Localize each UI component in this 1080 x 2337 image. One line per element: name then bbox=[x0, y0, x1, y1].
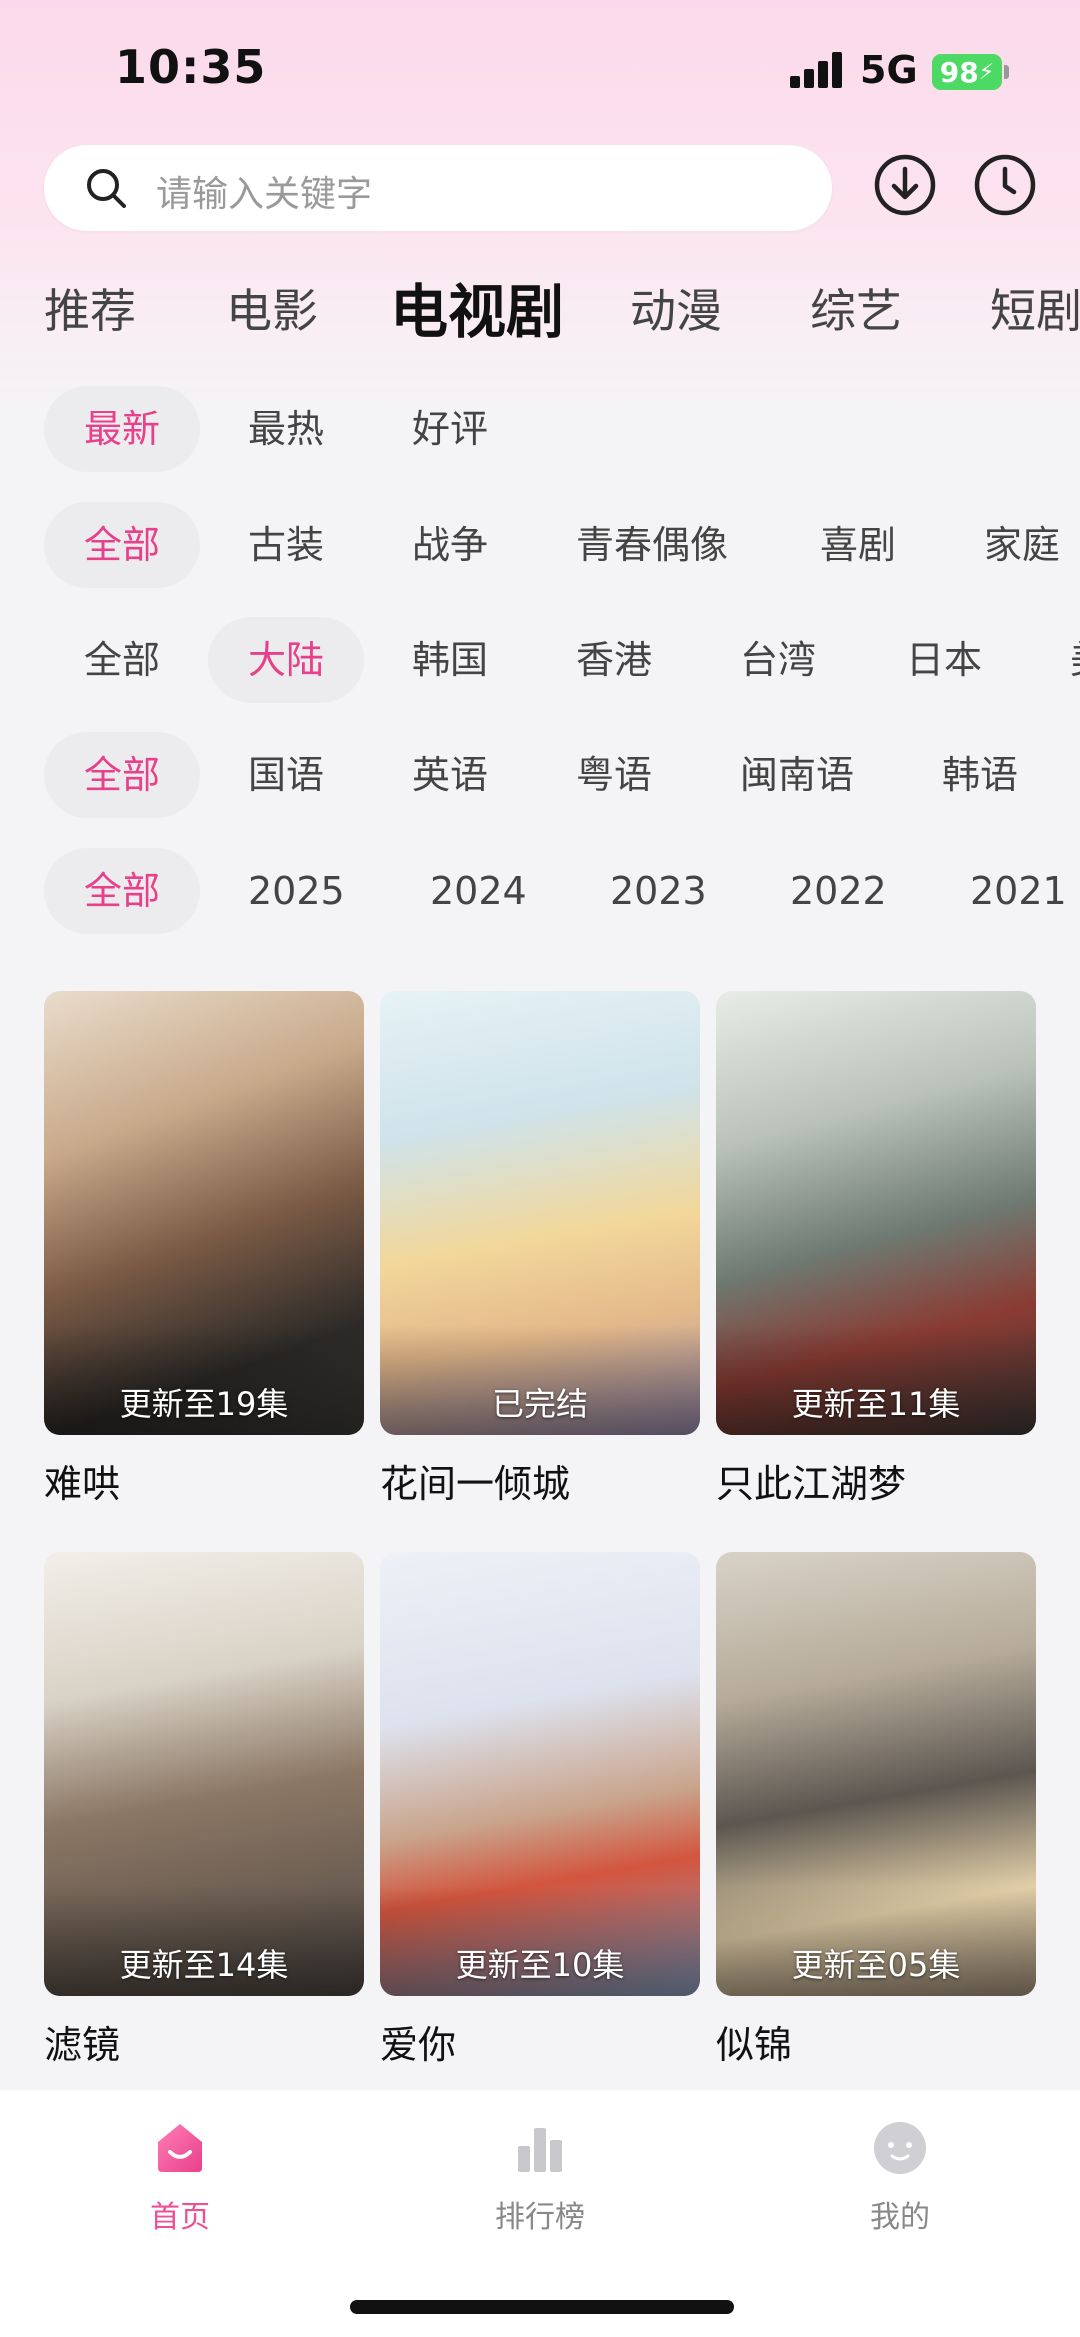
filter-genre-war[interactable]: 战争 bbox=[372, 502, 528, 588]
battery-tip bbox=[1004, 65, 1009, 79]
filter-region-taiwan[interactable]: 台湾 bbox=[700, 617, 856, 703]
status-time: 10:35 bbox=[115, 40, 267, 94]
filter-sort-top-rated[interactable]: 好评 bbox=[372, 386, 528, 472]
year-filter-row: 全部 2025 2024 2023 2022 2021 bbox=[0, 848, 1080, 934]
filter-language-minnan[interactable]: 闽南语 bbox=[700, 732, 894, 818]
show-title[interactable]: 花间一倾城 bbox=[380, 1453, 700, 1508]
filter-language-english[interactable]: 英语 bbox=[372, 732, 528, 818]
filter-genre-comedy[interactable]: 喜剧 bbox=[780, 502, 936, 588]
filter-region-japan[interactable]: 日本 bbox=[866, 617, 1022, 703]
show-poster[interactable]: 更新至14集 bbox=[44, 1552, 364, 1996]
episode-badge: 更新至10集 bbox=[455, 1946, 625, 1984]
search-placeholder: 请输入关键字 bbox=[156, 174, 373, 215]
region-filter-row: 全部 大陆 韩国 香港 台湾 日本 美 bbox=[0, 617, 1080, 703]
history-icon[interactable] bbox=[972, 152, 1038, 218]
filter-region-mainland[interactable]: 大陆 bbox=[208, 617, 365, 703]
show-title[interactable]: 爱你 bbox=[380, 2014, 700, 2069]
nav-profile-label: 我的 bbox=[870, 2200, 930, 2235]
tab-anime[interactable]: 动漫 bbox=[630, 275, 722, 341]
search-input[interactable]: 请输入关键字 bbox=[44, 145, 832, 231]
filter-genre-all[interactable]: 全部 bbox=[44, 502, 201, 588]
filter-language-mandarin[interactable]: 国语 bbox=[208, 732, 364, 818]
tab-short-drama[interactable]: 短剧 bbox=[990, 275, 1080, 341]
episode-badge: 更新至05集 bbox=[791, 1946, 961, 1984]
battery-icon: 98 ⚡ bbox=[932, 54, 1002, 90]
filter-region-hong-kong[interactable]: 香港 bbox=[536, 617, 692, 703]
status-bar: 10:35 5G 98 ⚡ bbox=[0, 0, 1080, 140]
genre-filter-row: 全部 古装 战争 青春偶像 喜剧 家庭 bbox=[0, 502, 1080, 588]
filter-sort-hottest[interactable]: 最热 bbox=[208, 386, 364, 472]
network-label: 5G bbox=[860, 48, 918, 92]
filter-sort-latest[interactable]: 最新 bbox=[44, 386, 201, 472]
show-card[interactable]: 已完结 花间一倾城 bbox=[380, 991, 700, 1508]
filter-region-all[interactable]: 全部 bbox=[44, 617, 200, 703]
filter-year-2024[interactable]: 2024 bbox=[390, 848, 567, 934]
filter-year-2025[interactable]: 2025 bbox=[208, 848, 385, 934]
show-poster[interactable]: 更新至11集 bbox=[716, 991, 1036, 1435]
filter-genre-youth-idol[interactable]: 青春偶像 bbox=[536, 502, 768, 588]
download-icon[interactable] bbox=[872, 152, 938, 218]
filter-region-us[interactable]: 美 bbox=[1030, 617, 1080, 703]
show-title[interactable]: 滤镜 bbox=[44, 2014, 364, 2069]
battery-level: 98 bbox=[939, 55, 979, 89]
page: 10:35 5G 98⚡ 请输入关键字 推荐 电影 电视剧 动漫 综艺 短剧 bbox=[0, 0, 1080, 2337]
filter-year-all[interactable]: 全部 bbox=[44, 848, 201, 934]
home-icon bbox=[158, 2124, 202, 2172]
show-title[interactable]: 似锦 bbox=[716, 2014, 1036, 2069]
nav-home-label: 首页 bbox=[150, 2200, 210, 2235]
filter-year-2022[interactable]: 2022 bbox=[750, 848, 927, 934]
show-title[interactable]: 难哄 bbox=[44, 1453, 364, 1508]
show-card[interactable]: 更新至14集 滤镜 bbox=[44, 1552, 364, 2069]
filter-year-2021[interactable]: 2021 bbox=[930, 848, 1080, 934]
home-indicator[interactable] bbox=[350, 2300, 734, 2314]
show-title[interactable]: 只此江湖梦 bbox=[716, 1453, 1036, 1508]
nav-ranking[interactable]: 排行榜 bbox=[440, 2116, 640, 2236]
filter-language-korean[interactable]: 韩语 bbox=[902, 732, 1058, 818]
show-card[interactable]: 更新至05集 似锦 bbox=[716, 1552, 1036, 2069]
show-poster[interactable]: 更新至19集 bbox=[44, 991, 364, 1435]
nav-ranking-label: 排行榜 bbox=[495, 2200, 585, 2235]
nav-profile[interactable]: 我的 bbox=[800, 2116, 1000, 2236]
show-card[interactable]: 更新至19集 难哄 bbox=[44, 991, 364, 1508]
filter-genre-costume[interactable]: 古装 bbox=[208, 502, 364, 588]
show-poster[interactable]: 更新至10集 bbox=[380, 1552, 700, 1996]
episode-badge: 已完结 bbox=[491, 1385, 588, 1423]
tab-movies[interactable]: 电影 bbox=[226, 275, 318, 341]
filter-language-cantonese[interactable]: 粤语 bbox=[536, 732, 692, 818]
show-poster[interactable]: 已完结 bbox=[380, 991, 700, 1435]
tab-recommend[interactable]: 推荐 bbox=[44, 275, 136, 341]
language-filter-row: 全部 国语 英语 粤语 闽南语 韩语 bbox=[0, 732, 1080, 818]
filter-language-all[interactable]: 全部 bbox=[44, 732, 201, 818]
signal-icon bbox=[790, 52, 846, 88]
category-tabs: 推荐 电影 电视剧 动漫 综艺 短剧 bbox=[0, 265, 1080, 355]
filter-year-2023[interactable]: 2023 bbox=[570, 848, 747, 934]
show-card[interactable]: 更新至10集 爱你 bbox=[380, 1552, 700, 2069]
tab-tv-series[interactable]: 电视剧 bbox=[390, 265, 564, 349]
ranking-icon bbox=[518, 2128, 562, 2172]
episode-badge: 更新至14集 bbox=[119, 1946, 289, 1984]
profile-face-icon bbox=[874, 2122, 926, 2174]
nav-home[interactable]: 首页 bbox=[80, 2116, 280, 2236]
sort-filter-row: 最新 最热 好评 bbox=[0, 386, 1080, 472]
show-card[interactable]: 更新至11集 只此江湖梦 bbox=[716, 991, 1036, 1508]
search-icon bbox=[87, 169, 126, 208]
episode-badge: 更新至19集 bbox=[119, 1385, 289, 1423]
filter-region-korea[interactable]: 韩国 bbox=[372, 617, 528, 703]
filter-genre-family[interactable]: 家庭 bbox=[944, 502, 1080, 588]
tab-variety[interactable]: 综艺 bbox=[810, 275, 902, 341]
show-poster[interactable]: 更新至05集 bbox=[716, 1552, 1036, 1996]
episode-badge: 更新至11集 bbox=[791, 1385, 961, 1423]
